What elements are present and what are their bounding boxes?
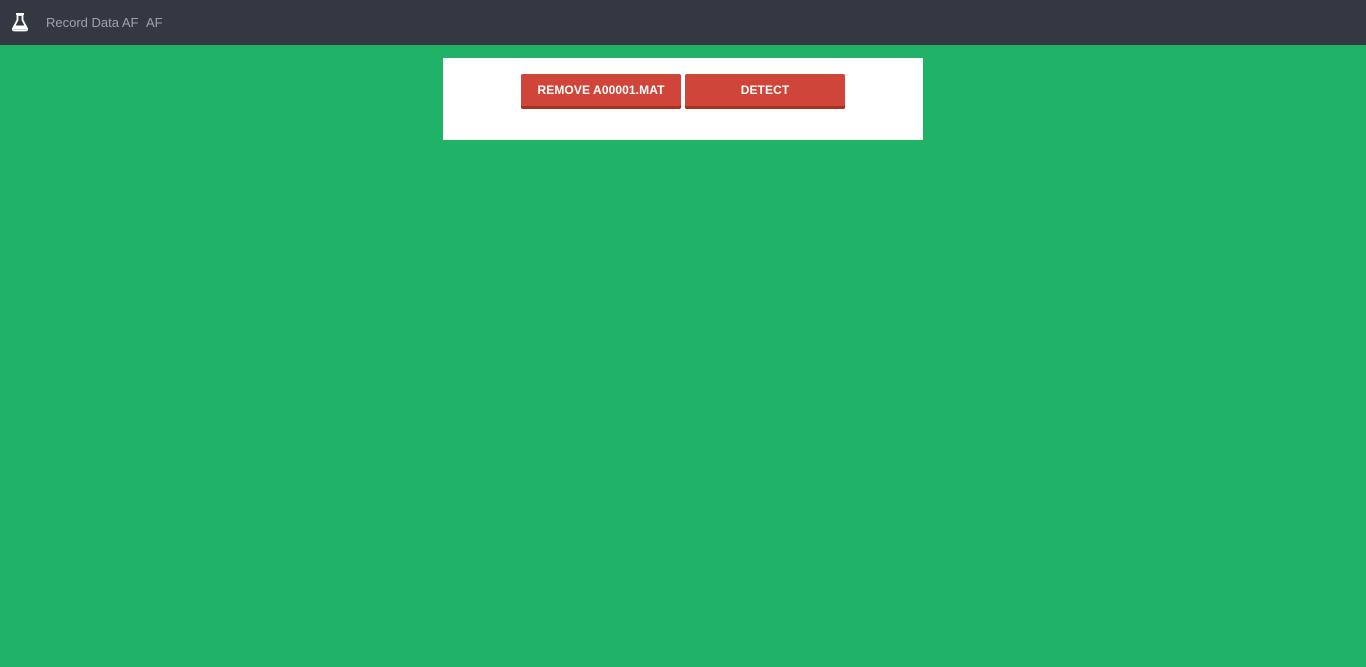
nav-link-record-data-af[interactable]: Record Data AF <box>46 15 139 31</box>
action-panel: REMOVE A00001.MAT DETECT <box>443 58 923 140</box>
top-navbar: Record Data AF AF <box>0 0 1366 45</box>
detect-button[interactable]: DETECT <box>685 74 845 109</box>
nav-link-af[interactable]: AF <box>146 15 163 31</box>
remove-file-button[interactable]: REMOVE A00001.MAT <box>521 74 681 109</box>
flask-icon[interactable] <box>11 12 29 32</box>
